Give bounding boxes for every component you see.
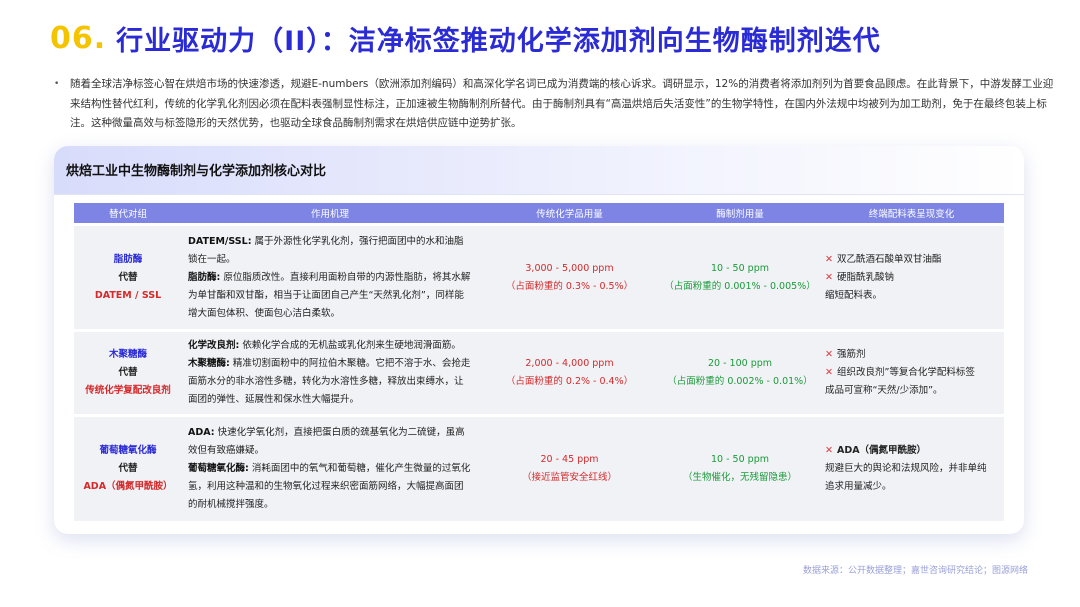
label-summary: 规避巨大的舆论和法规风险，并非单纯 — [825, 463, 987, 474]
mechanism-enzyme-title: 木聚糖酶: — [188, 358, 230, 369]
mechanism-enzyme: 葡萄糖氧化酶: 消耗面团中的氧气和葡萄糖，催化产生微量的过氧化氢，利用这种温和的… — [188, 460, 472, 514]
replace-label: 代替 — [118, 271, 138, 283]
enzyme-amount: 10 - 50 ppm — [711, 454, 769, 465]
intro-text: 随着全球洁净标签心智在烘焙市场的快速渗透，规避E-numbers（欧洲添加剂编码… — [70, 78, 1054, 129]
enzyme-amount: 10 - 50 ppm — [711, 262, 769, 274]
enzyme-dosage-cell: 20 - 100 ppm （占面粉重的 0.002% - 0.01%） — [661, 332, 819, 414]
enzyme-name: 木聚糖酶 — [108, 349, 147, 360]
replace-label: 代替 — [118, 463, 138, 474]
card-title: 烘焙工业中生物酶制剂与化学添加剂核心对比 — [66, 164, 327, 179]
header-mechanism: 作用机理 — [182, 203, 478, 223]
chemical-name: ADA（偶氮甲酰胺） — [83, 481, 173, 492]
enzyme-note: （生物催化，无残留隐患） — [682, 472, 797, 483]
removed-label: ✕ 双乙酰酒石酸单双甘油酯 — [825, 251, 1004, 269]
label-change-cell: ✕ 强筋剂 ✕ 组织改良剂”等复合化学配料标签 成品可宣称“天然/少添加”。 — [819, 332, 1004, 414]
mechanism-enzyme-text: 原位脂质改性。直接利用面粉自带的内源性脂肪，将其水解为单甘酯和双甘酯，相当于让面… — [188, 271, 471, 319]
chem-note: （占面粉重的 0.3% - 0.5%） — [505, 280, 634, 292]
mechanism-cell: DATEM/SSL: 属于外源性化学乳化剂，强行把面团中的水和油脂锁在一起。 脂… — [182, 226, 478, 329]
chem-amount: 2,000 - 4,000 ppm — [525, 358, 614, 369]
mechanism-enzyme-title: 脂肪酶: — [188, 271, 221, 283]
chem-dosage-cell: 20 - 45 ppm （接近监管安全红线） — [478, 417, 661, 521]
comparison-table: 替代对组 作用机理 传统化学品用量 酶制剂用量 终端配料表呈现变化 脂肪酶 代替… — [74, 203, 1004, 521]
chem-note: （接近监管安全红线） — [521, 472, 617, 483]
chem-amount: 3,000 - 5,000 ppm — [525, 262, 614, 274]
label-summary: 成品可宣称“天然/少添加”。 — [825, 385, 943, 396]
header-chem-dosage: 传统化学品用量 — [478, 203, 661, 223]
mechanism-enzyme: 木聚糖酶: 精准切割面粉中的阿拉伯木聚糖。它把不溶于水、会抢走面筋水分的非水溶性… — [188, 355, 472, 409]
card-header: 烘焙工业中生物酶制剂与化学添加剂核心对比 — [54, 146, 1024, 195]
pair-cell: 葡萄糖氧化酶 代替 ADA（偶氮甲酰胺） — [74, 417, 182, 521]
table-row: 葡萄糖氧化酶 代替 ADA（偶氮甲酰胺） ADA: 快速化学氧化剂，直接把蛋白质… — [74, 417, 1004, 521]
mechanism-enzyme-title: 葡萄糖氧化酶: — [188, 463, 249, 474]
removed-label: ✕ 强筋剂 — [825, 346, 1004, 364]
chem-note: （占面粉重的 0.2% - 0.4%） — [505, 376, 634, 387]
label-text: 组织改良剂”等复合化学配料标签 — [836, 367, 975, 378]
header-label-change: 终端配料表呈现变化 — [819, 203, 1004, 223]
intro-paragraph: • 随着全球洁净标签心智在烘焙市场的快速渗透，规避E-numbers（欧洲添加剂… — [54, 75, 1054, 134]
cross-mark-icon: ✕ — [825, 271, 833, 283]
enzyme-name: 脂肪酶 — [113, 253, 143, 265]
chemical-name: 传统化学复配改良剂 — [85, 385, 171, 396]
label-text: 硬脂酰乳酸钠 — [836, 271, 894, 283]
mechanism-chem: 化学改良剂: 依赖化学合成的无机盐或乳化剂来生硬地润滑面筋。 — [188, 337, 472, 355]
chem-amount: 20 - 45 ppm — [540, 454, 599, 465]
section-number: 06. — [50, 20, 107, 56]
pair-cell: 脂肪酶 代替 DATEM / SSL — [74, 226, 182, 329]
page-title: 06. 行业驱动力（II）：洁净标签推动化学添加剂向生物酶制剂迭代 — [50, 16, 881, 60]
chem-dosage-cell: 3,000 - 5,000 ppm （占面粉重的 0.3% - 0.5%） — [478, 226, 661, 329]
section-title: 行业驱动力（II）：洁净标签推动化学添加剂向生物酶制剂迭代 — [116, 25, 881, 57]
chem-dosage-cell: 2,000 - 4,000 ppm （占面粉重的 0.2% - 0.4%） — [478, 332, 661, 414]
enzyme-note: （占面粉重的 0.002% - 0.01%） — [667, 376, 813, 387]
label-summary: 缩短配料表。 — [825, 289, 883, 301]
cross-mark-icon: ✕ — [825, 367, 833, 378]
mechanism-chem: ADA: 快速化学氧化剂，直接把蛋白质的巯基氧化为二硫键，虽高效但有致癌嫌疑。 — [188, 424, 472, 460]
table-row: 木聚糖酶 代替 传统化学复配改良剂 化学改良剂: 依赖化学合成的无机盐或乳化剂来… — [74, 332, 1004, 414]
chemical-name: DATEM / SSL — [94, 289, 162, 301]
enzyme-name: 葡萄糖氧化酶 — [99, 445, 157, 456]
enzyme-dosage-cell: 10 - 50 ppm （生物催化，无残留隐患） — [661, 417, 819, 521]
enzyme-amount: 20 - 100 ppm — [707, 358, 773, 369]
mechanism-chem-title: 化学改良剂: — [188, 340, 240, 351]
replace-label: 代替 — [118, 367, 138, 378]
mechanism-enzyme: 脂肪酶: 原位脂质改性。直接利用面粉自带的内源性脂肪，将其水解为单甘酯和双甘酯，… — [188, 269, 472, 323]
bullet-icon: • — [54, 79, 60, 89]
cross-mark-icon: ✕ — [825, 349, 833, 360]
cross-mark-icon: ✕ — [825, 445, 833, 456]
header-pair: 替代对组 — [74, 203, 182, 223]
label-change-cell: ✕ 双乙酰酒石酸单双甘油酯 ✕ 硬脂酰乳酸钠 缩短配料表。 — [819, 226, 1004, 329]
label-summary: 追求用量减少。 — [825, 481, 892, 492]
label-text: 双乙酰酒石酸单双甘油酯 — [836, 253, 942, 265]
data-source: 数据来源：公开数据整理；嘉世咨询研究结论；图源网络 — [802, 566, 1028, 576]
pair-cell: 木聚糖酶 代替 传统化学复配改良剂 — [74, 332, 182, 414]
table-header-row: 替代对组 作用机理 传统化学品用量 酶制剂用量 终端配料表呈现变化 — [74, 203, 1004, 223]
mechanism-chem: DATEM/SSL: 属于外源性化学乳化剂，强行把面团中的水和油脂锁在一起。 — [188, 233, 472, 269]
comparison-card: 烘焙工业中生物酶制剂与化学添加剂核心对比 替代对组 作用机理 传统化学品用量 酶… — [54, 146, 1024, 534]
mechanism-cell: ADA: 快速化学氧化剂，直接把蛋白质的巯基氧化为二硫键，虽高效但有致癌嫌疑。 … — [182, 417, 478, 521]
removed-label: ✕ ADA（偶氮甲酰胺） — [825, 442, 1004, 460]
label-text: ADA（偶氮甲酰胺） — [836, 445, 927, 456]
enzyme-note: （占面粉重的 0.001% - 0.005%） — [664, 280, 816, 292]
header-enzyme-dosage: 酶制剂用量 — [661, 203, 819, 223]
enzyme-dosage-cell: 10 - 50 ppm （占面粉重的 0.001% - 0.005%） — [661, 226, 819, 329]
mechanism-enzyme-text: 精准切割面粉中的阿拉伯木聚糖。它把不溶于水、会抢走面筋水分的非水溶性多糖，转化为… — [188, 358, 471, 405]
mechanism-chem-text: 依赖化学合成的无机盐或乳化剂来生硬地润滑面筋。 — [242, 340, 461, 351]
label-text: 强筋剂 — [836, 349, 866, 360]
removed-label: ✕ 硬脂酰乳酸钠 — [825, 269, 1004, 287]
mechanism-chem-text: 快速化学氧化剂，直接把蛋白质的巯基氧化为二硫键，虽高效但有致癌嫌疑。 — [188, 427, 465, 456]
cross-mark-icon: ✕ — [825, 253, 833, 265]
label-change-cell: ✕ ADA（偶氮甲酰胺） 规避巨大的舆论和法规风险，并非单纯 追求用量减少。 — [819, 417, 1004, 521]
mechanism-chem-title: DATEM/SSL: — [188, 235, 252, 247]
table-row: 脂肪酶 代替 DATEM / SSL DATEM/SSL: 属于外源性化学乳化剂… — [74, 226, 1004, 329]
mechanism-chem-title: ADA: — [188, 427, 215, 438]
removed-label: ✕ 组织改良剂”等复合化学配料标签 — [825, 364, 1004, 382]
mechanism-cell: 化学改良剂: 依赖化学合成的无机盐或乳化剂来生硬地润滑面筋。 木聚糖酶: 精准切… — [182, 332, 478, 414]
